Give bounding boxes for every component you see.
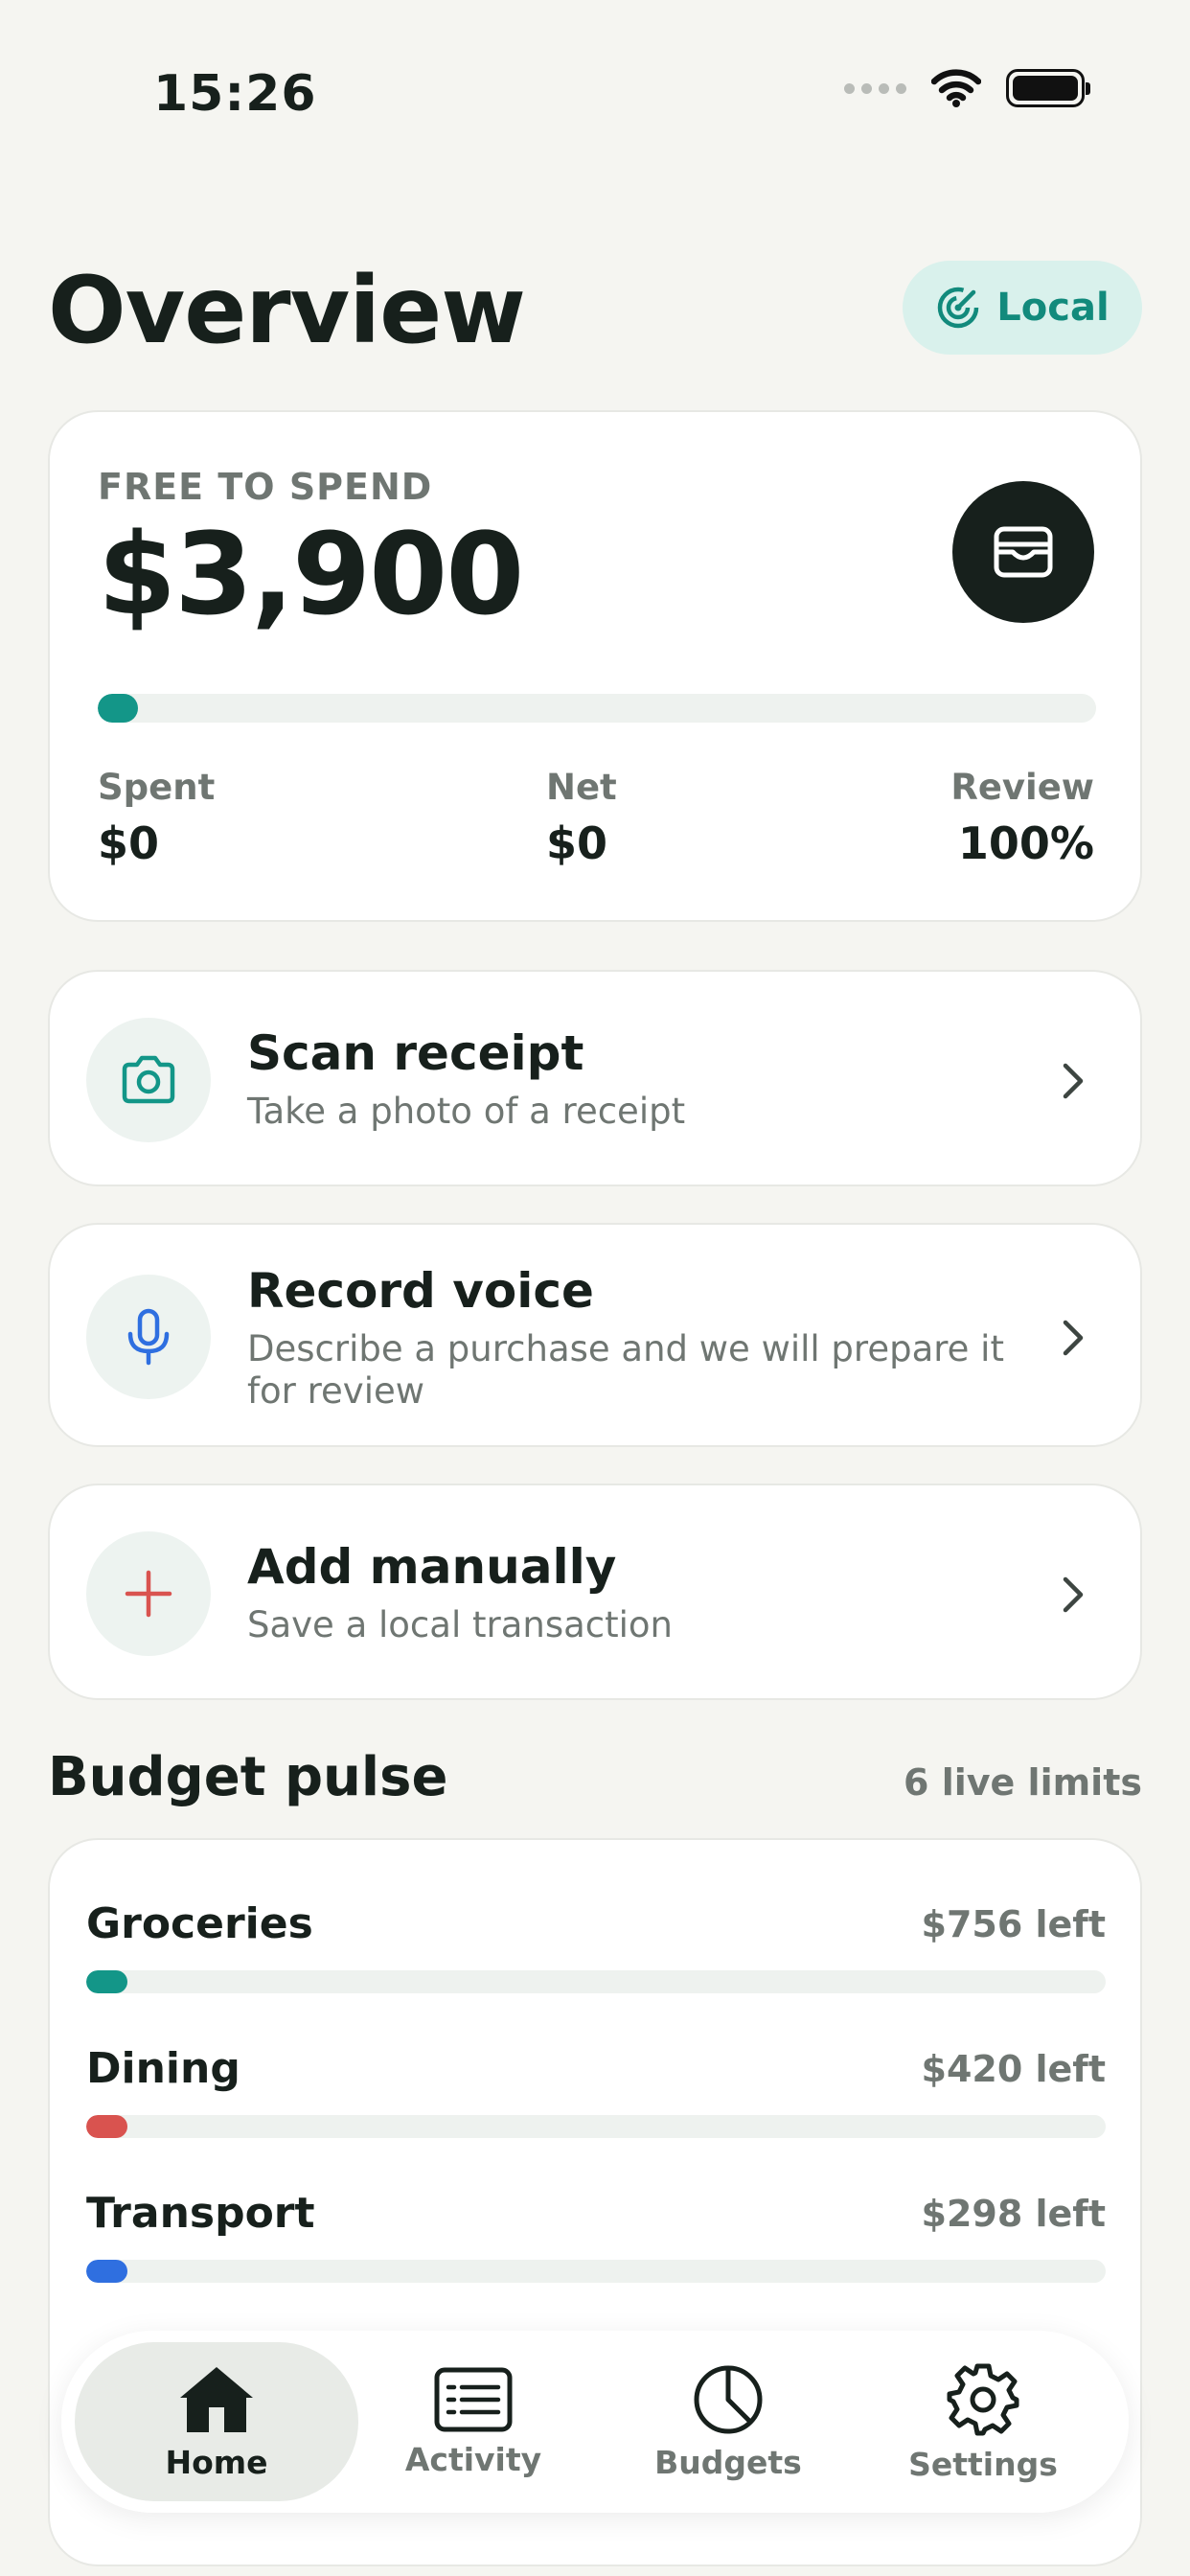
stat-spent: Spent $0 [98, 767, 215, 869]
local-mode-label: Local [996, 286, 1110, 330]
home-icon [180, 2366, 253, 2432]
tab-home[interactable]: Home [75, 2342, 358, 2501]
record-voice-button[interactable]: Record voice Describe a purchase and we … [48, 1223, 1142, 1447]
chevron-right-icon [1063, 1576, 1084, 1613]
budget-progress-fill [86, 1970, 127, 1993]
budget-remaining: $420 left [921, 2048, 1107, 2090]
add-manually-title: Add manually [247, 1539, 617, 1595]
tab-budgets[interactable]: Budgets [613, 2331, 843, 2513]
list-icon [434, 2367, 513, 2431]
wallet-icon [994, 526, 1053, 578]
record-voice-title: Record voice [247, 1263, 594, 1319]
budget-name: Groceries [86, 1899, 313, 1948]
budget-progress-fill [86, 2260, 127, 2283]
budget-remaining: $756 left [921, 1903, 1107, 1945]
stat-spent-value: $0 [98, 817, 160, 869]
tab-home-label: Home [165, 2443, 268, 2481]
plus-icon [125, 1570, 172, 1618]
microphone-icon [127, 1308, 170, 1366]
stat-review-label: Review [950, 767, 1094, 808]
stat-net-label: Net [546, 767, 617, 808]
spend-progress-bar [98, 694, 1096, 723]
budget-name: Transport [86, 2189, 315, 2238]
record-voice-subtitle: Describe a purchase and we will prepare … [247, 1328, 1004, 1413]
battery-icon [1006, 69, 1090, 107]
camera-icon [122, 1055, 175, 1104]
budget-pulse-title: Budget pulse [48, 1746, 448, 1808]
spend-progress-fill [98, 694, 138, 723]
record-voice-icon-circle [86, 1275, 211, 1399]
pie-chart-icon [694, 2365, 763, 2433]
scan-receipt-title: Scan receipt [247, 1025, 584, 1081]
stat-net-value: $0 [546, 817, 608, 869]
chevron-right-icon [1063, 1320, 1084, 1356]
local-mode-button[interactable]: Local [903, 261, 1142, 355]
budget-progress-bar [86, 2260, 1106, 2283]
overview-screen: 15:26 Overview Local FREE TO SPEND $3,90… [0, 0, 1190, 2576]
budget-remaining: $298 left [921, 2193, 1107, 2235]
tab-settings[interactable]: Settings [868, 2331, 1098, 2513]
add-manually-button[interactable]: Add manually Save a local transaction [48, 1484, 1142, 1700]
free-to-spend-amount: $3,900 [98, 508, 524, 640]
scan-receipt-subtitle: Take a photo of a receipt [247, 1091, 686, 1132]
budget-progress-fill [86, 2115, 127, 2138]
scan-receipt-icon-circle [86, 1018, 211, 1142]
tab-settings-label: Settings [908, 2445, 1058, 2483]
tab-activity[interactable]: Activity [358, 2331, 588, 2513]
chevron-right-icon [1063, 1063, 1084, 1099]
status-time: 15:26 [153, 65, 317, 123]
budget-progress-bar [86, 2115, 1106, 2138]
radar-icon [938, 287, 979, 329]
cellular-signal-icon [844, 82, 906, 94]
budget-name: Dining [86, 2044, 240, 2093]
tab-activity-label: Activity [404, 2440, 542, 2478]
wallet-button[interactable] [952, 481, 1094, 623]
page-title: Overview [48, 257, 526, 364]
stat-net: Net $0 [546, 767, 617, 869]
budget-pulse-meta: 6 live limits [904, 1761, 1142, 1804]
wifi-icon [931, 69, 981, 107]
status-icons [844, 69, 1090, 107]
gear-icon [947, 2363, 1019, 2435]
budget-progress-bar [86, 1970, 1106, 1993]
tab-bar: Home Activity Budgets Settings [61, 2331, 1129, 2513]
stat-review: Review 100% [950, 767, 1094, 869]
free-to-spend-label: FREE TO SPEND [98, 466, 433, 508]
stat-review-value: 100% [957, 817, 1094, 869]
free-to-spend-card: FREE TO SPEND $3,900 Spent $0 Net $0 Rev… [48, 410, 1142, 922]
stat-spent-label: Spent [98, 767, 216, 808]
add-manually-subtitle: Save a local transaction [247, 1604, 673, 1645]
scan-receipt-button[interactable]: Scan receipt Take a photo of a receipt [48, 970, 1142, 1186]
add-manually-icon-circle [86, 1531, 211, 1656]
tab-budgets-label: Budgets [654, 2443, 802, 2481]
